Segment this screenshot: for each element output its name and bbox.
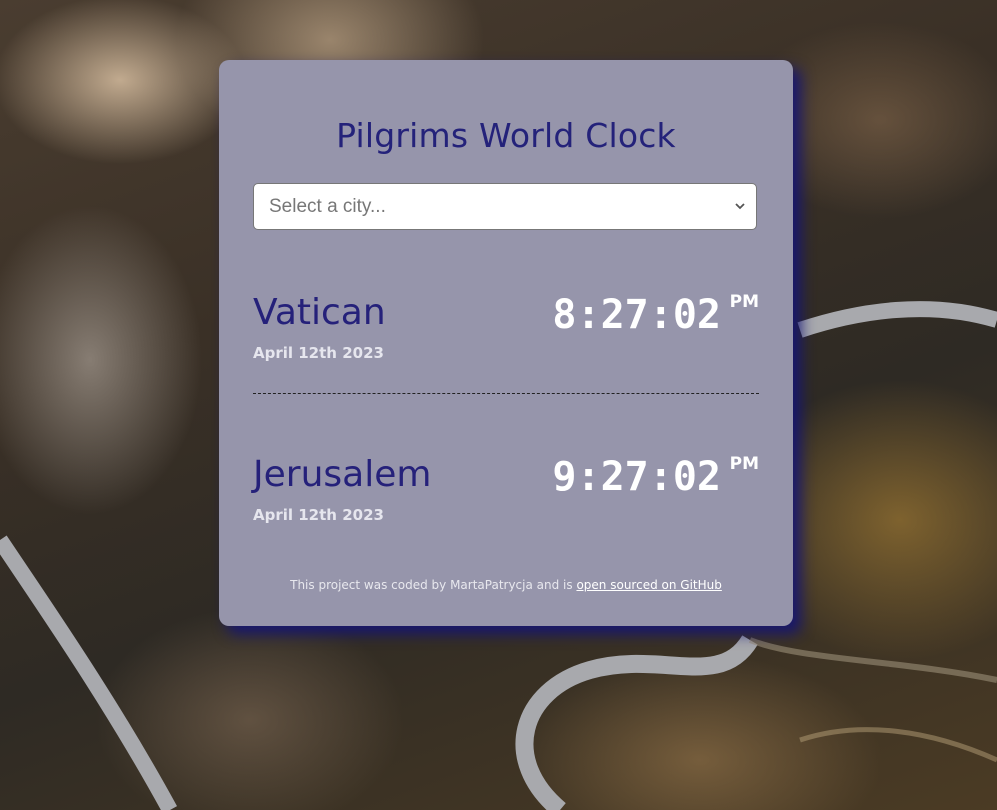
city-date: April 12th 2023 (253, 344, 384, 362)
chevron-down-icon (735, 203, 745, 210)
clock-card: Pilgrims World Clock Select a city... Va… (219, 60, 793, 626)
city-divider (253, 393, 759, 394)
city-select[interactable]: Select a city... (253, 183, 757, 230)
city-select-placeholder: Select a city... (269, 195, 386, 217)
city-row-jerusalem: Jerusalem April 12th 2023 9:27:02 PM (253, 454, 759, 534)
city-time: 9:27:02 (552, 454, 721, 500)
footer-text: This project was coded by MartaPatrycja … (290, 578, 573, 592)
city-ampm: PM (729, 454, 759, 474)
city-name: Vatican (253, 292, 386, 333)
city-row-vatican: Vatican April 12th 2023 8:27:02 PM (253, 292, 759, 372)
city-date: April 12th 2023 (253, 506, 384, 524)
footer: This project was coded by MartaPatrycja … (219, 578, 793, 592)
page-title: Pilgrims World Clock (336, 116, 676, 155)
github-link[interactable]: open sourced on GitHub (576, 578, 721, 592)
city-time: 8:27:02 (552, 292, 721, 338)
city-ampm: PM (729, 292, 759, 312)
city-name: Jerusalem (253, 454, 432, 495)
